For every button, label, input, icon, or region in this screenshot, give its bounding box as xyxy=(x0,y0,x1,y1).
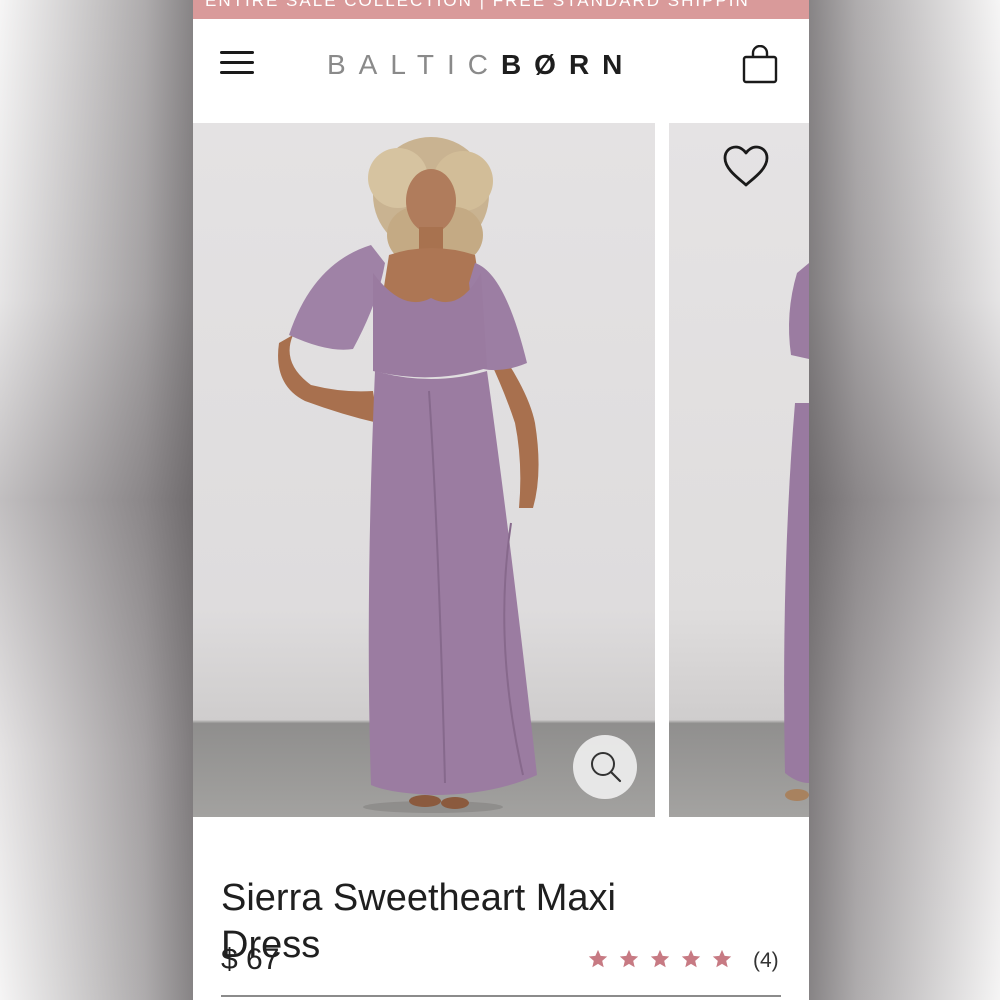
product-image-secondary[interactable] xyxy=(669,123,809,817)
logo-text-baltic: BALTIC xyxy=(327,49,501,80)
star-icon xyxy=(619,949,639,968)
cart-button[interactable] xyxy=(741,44,779,85)
section-divider xyxy=(221,995,781,997)
star-icon xyxy=(588,949,608,968)
heart-icon xyxy=(723,145,769,187)
hamburger-menu-line xyxy=(220,61,254,64)
star-icon xyxy=(650,949,670,968)
model-photo-side xyxy=(784,263,809,801)
product-price: $ 67 xyxy=(221,943,280,976)
product-image-main[interactable] xyxy=(193,123,655,817)
model-photo xyxy=(278,137,539,813)
zoom-button[interactable] xyxy=(573,735,637,799)
hamburger-menu-icon xyxy=(220,51,254,54)
promo-banner-text: ENTIRE SALE COLLECTION | FREE STANDARD S… xyxy=(205,0,750,10)
logo-text-born: BØRN xyxy=(500,49,636,80)
mobile-page: ENTIRE SALE COLLECTION | FREE STANDARD S… xyxy=(193,0,809,1000)
menu-button[interactable] xyxy=(220,51,256,77)
hamburger-menu-line xyxy=(220,71,254,74)
brand-logo[interactable]: BALTICBØRN xyxy=(327,49,635,81)
blurred-background-right xyxy=(809,0,1000,1000)
wishlist-button[interactable] xyxy=(721,143,771,189)
blurred-background-left xyxy=(0,0,193,1000)
shopping-bag-icon xyxy=(742,44,778,84)
promo-banner[interactable]: ENTIRE SALE COLLECTION | FREE STANDARD S… xyxy=(193,0,809,19)
star-icon xyxy=(712,949,732,968)
site-header: BALTICBØRN xyxy=(193,19,809,123)
review-count[interactable]: (4) xyxy=(753,949,779,973)
product-image-gallery[interactable] xyxy=(193,123,809,817)
star-icon xyxy=(681,949,701,968)
magnifier-icon xyxy=(591,752,622,783)
